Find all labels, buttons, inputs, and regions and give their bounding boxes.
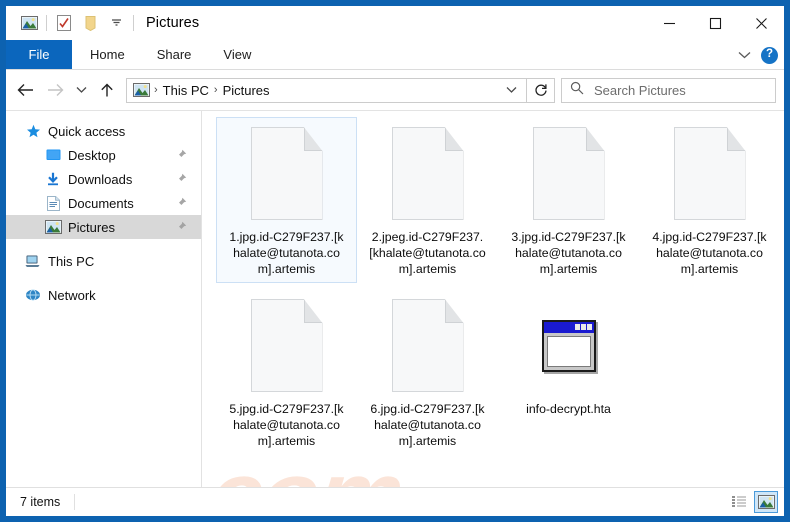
generic-file-icon bbox=[673, 121, 746, 226]
explorer-body: Quick access Desktop Downloads Documents… bbox=[6, 110, 784, 487]
file-item[interactable]: 4.jpg.id-C279F237.[khalate@tutanota.com]… bbox=[639, 117, 780, 283]
sidebar-gap-2 bbox=[6, 273, 201, 283]
sidebar-item-label: Desktop bbox=[68, 147, 116, 163]
customize-chevron-icon[interactable] bbox=[103, 10, 129, 36]
expand-ribbon-chevron-icon[interactable] bbox=[738, 46, 751, 64]
sidebar-item-pictures[interactable]: Pictures bbox=[6, 215, 201, 239]
sidebar-item-label: Network bbox=[48, 287, 96, 303]
sidebar-item-label: Documents bbox=[68, 195, 134, 211]
search-icon bbox=[570, 81, 584, 100]
file-name-label: 4.jpg.id-C279F237.[khalate@tutanota.com]… bbox=[652, 230, 767, 276]
file-name-label: 6.jpg.id-C279F237.[khalate@tutanota.com]… bbox=[370, 402, 485, 448]
ribbon-tabs: File Home Share View ? bbox=[6, 40, 784, 70]
window-frame: Pictures File Home Share View ? › This P… bbox=[0, 0, 790, 522]
address-bar: › This PC › Pictures Search Pictures bbox=[6, 70, 784, 110]
forward-button[interactable] bbox=[40, 75, 70, 105]
documents-icon bbox=[43, 193, 63, 213]
file-name-label: 1.jpg.id-C279F237.[khalate@tutanota.com]… bbox=[229, 230, 344, 276]
details-view-button[interactable] bbox=[727, 491, 751, 513]
sidebar-gap-1 bbox=[6, 239, 201, 249]
sidebar-item-label: Downloads bbox=[68, 171, 133, 187]
window-controls bbox=[646, 6, 784, 40]
generic-file-icon bbox=[391, 121, 464, 226]
view-toggle-group bbox=[727, 491, 778, 513]
tab-file[interactable]: File bbox=[6, 40, 72, 69]
breadcrumb-pictures-icon bbox=[133, 83, 150, 97]
desktop-icon bbox=[43, 145, 63, 165]
generic-file-icon bbox=[532, 121, 605, 226]
file-item[interactable]: 3.jpg.id-C279F237.[khalate@tutanota.com]… bbox=[498, 117, 639, 283]
properties-icon[interactable] bbox=[51, 10, 77, 36]
pictures-icon bbox=[43, 217, 63, 237]
file-name-label: info-decrypt.hta bbox=[526, 402, 611, 416]
status-separator bbox=[74, 494, 76, 510]
sidebar-item-label: Pictures bbox=[68, 219, 115, 235]
ribbon-right-controls: ? bbox=[738, 40, 778, 70]
sidebar-item-documents[interactable]: Documents bbox=[6, 191, 201, 215]
breadcrumb[interactable]: › This PC › Pictures bbox=[126, 77, 527, 103]
breadcrumb-item-pictures[interactable]: Pictures bbox=[219, 83, 274, 98]
sidebar-item-network[interactable]: Network bbox=[6, 283, 201, 307]
item-count-label: 7 items bbox=[20, 495, 61, 509]
explorer-window: Pictures File Home Share View ? › This P… bbox=[6, 6, 784, 516]
pin-icon[interactable] bbox=[175, 173, 187, 185]
tab-view[interactable]: View bbox=[207, 40, 267, 69]
address-dropdown-chevron-icon[interactable] bbox=[501, 86, 522, 94]
file-name-label: 5.jpg.id-C279F237.[khalate@tutanota.com]… bbox=[229, 402, 344, 448]
file-item[interactable]: info-decrypt.hta bbox=[498, 289, 639, 455]
close-button[interactable] bbox=[738, 6, 784, 40]
file-item[interactable]: 6.jpg.id-C279F237.[khalate@tutanota.com]… bbox=[357, 289, 498, 455]
hta-application-icon bbox=[541, 293, 596, 398]
sidebar-item-quick-access[interactable]: Quick access bbox=[6, 119, 201, 143]
network-icon bbox=[23, 285, 43, 305]
sidebar-item-desktop[interactable]: Desktop bbox=[6, 143, 201, 167]
pin-icon[interactable] bbox=[175, 221, 187, 233]
qat-separator-1 bbox=[46, 15, 47, 31]
downloads-icon bbox=[43, 169, 63, 189]
pin-icon[interactable] bbox=[175, 149, 187, 161]
back-button[interactable] bbox=[10, 75, 40, 105]
quick-access-toolbar bbox=[6, 10, 138, 36]
file-name-label: 2.jpeg.id-C279F237.[khalate@tutanota.com… bbox=[369, 230, 486, 276]
file-item[interactable]: 1.jpg.id-C279F237.[khalate@tutanota.com]… bbox=[216, 117, 357, 283]
refresh-button[interactable] bbox=[527, 77, 555, 103]
file-grid: 1.jpg.id-C279F237.[khalate@tutanota.com]… bbox=[202, 111, 784, 461]
minimize-button[interactable] bbox=[646, 6, 692, 40]
pin-icon[interactable] bbox=[175, 197, 187, 209]
help-icon[interactable]: ? bbox=[761, 46, 778, 64]
pictures-folder-icon[interactable] bbox=[16, 10, 42, 36]
star-pin-icon bbox=[23, 121, 43, 141]
search-input[interactable]: Search Pictures bbox=[561, 77, 776, 103]
sidebar-item-this-pc[interactable]: This PC bbox=[6, 249, 201, 273]
window-title: Pictures bbox=[146, 15, 200, 31]
up-button[interactable] bbox=[92, 75, 122, 105]
title-bar: Pictures bbox=[6, 6, 784, 40]
qat-separator-2 bbox=[133, 15, 134, 31]
file-name-label: 3.jpg.id-C279F237.[khalate@tutanota.com]… bbox=[511, 230, 626, 276]
generic-file-icon bbox=[391, 293, 464, 398]
new-folder-icon[interactable] bbox=[77, 10, 103, 36]
tab-share[interactable]: Share bbox=[141, 40, 208, 69]
recent-locations-button[interactable] bbox=[70, 75, 92, 105]
search-placeholder: Search Pictures bbox=[594, 82, 686, 98]
large-icons-view-button[interactable] bbox=[754, 491, 778, 513]
sidebar-item-label: This PC bbox=[48, 253, 95, 269]
sidebar-item-downloads[interactable]: Downloads bbox=[6, 167, 201, 191]
this-pc-icon bbox=[23, 251, 43, 271]
file-list-pane[interactable]: risk.com 1.jpg.id-C279F237.[khalate@tuta… bbox=[202, 111, 784, 487]
generic-file-icon bbox=[250, 121, 323, 226]
sidebar-item-label: Quick access bbox=[48, 123, 126, 139]
navigation-pane: Quick access Desktop Downloads Documents… bbox=[6, 111, 202, 487]
file-item[interactable]: 2.jpeg.id-C279F237.[khalate@tutanota.com… bbox=[357, 117, 498, 283]
generic-file-icon bbox=[250, 293, 323, 398]
status-bar: 7 items bbox=[6, 487, 784, 516]
maximize-button[interactable] bbox=[692, 6, 738, 40]
breadcrumb-item-this-pc[interactable]: This PC bbox=[159, 83, 213, 98]
file-item[interactable]: 5.jpg.id-C279F237.[khalate@tutanota.com]… bbox=[216, 289, 357, 455]
tab-home[interactable]: Home bbox=[74, 40, 141, 69]
